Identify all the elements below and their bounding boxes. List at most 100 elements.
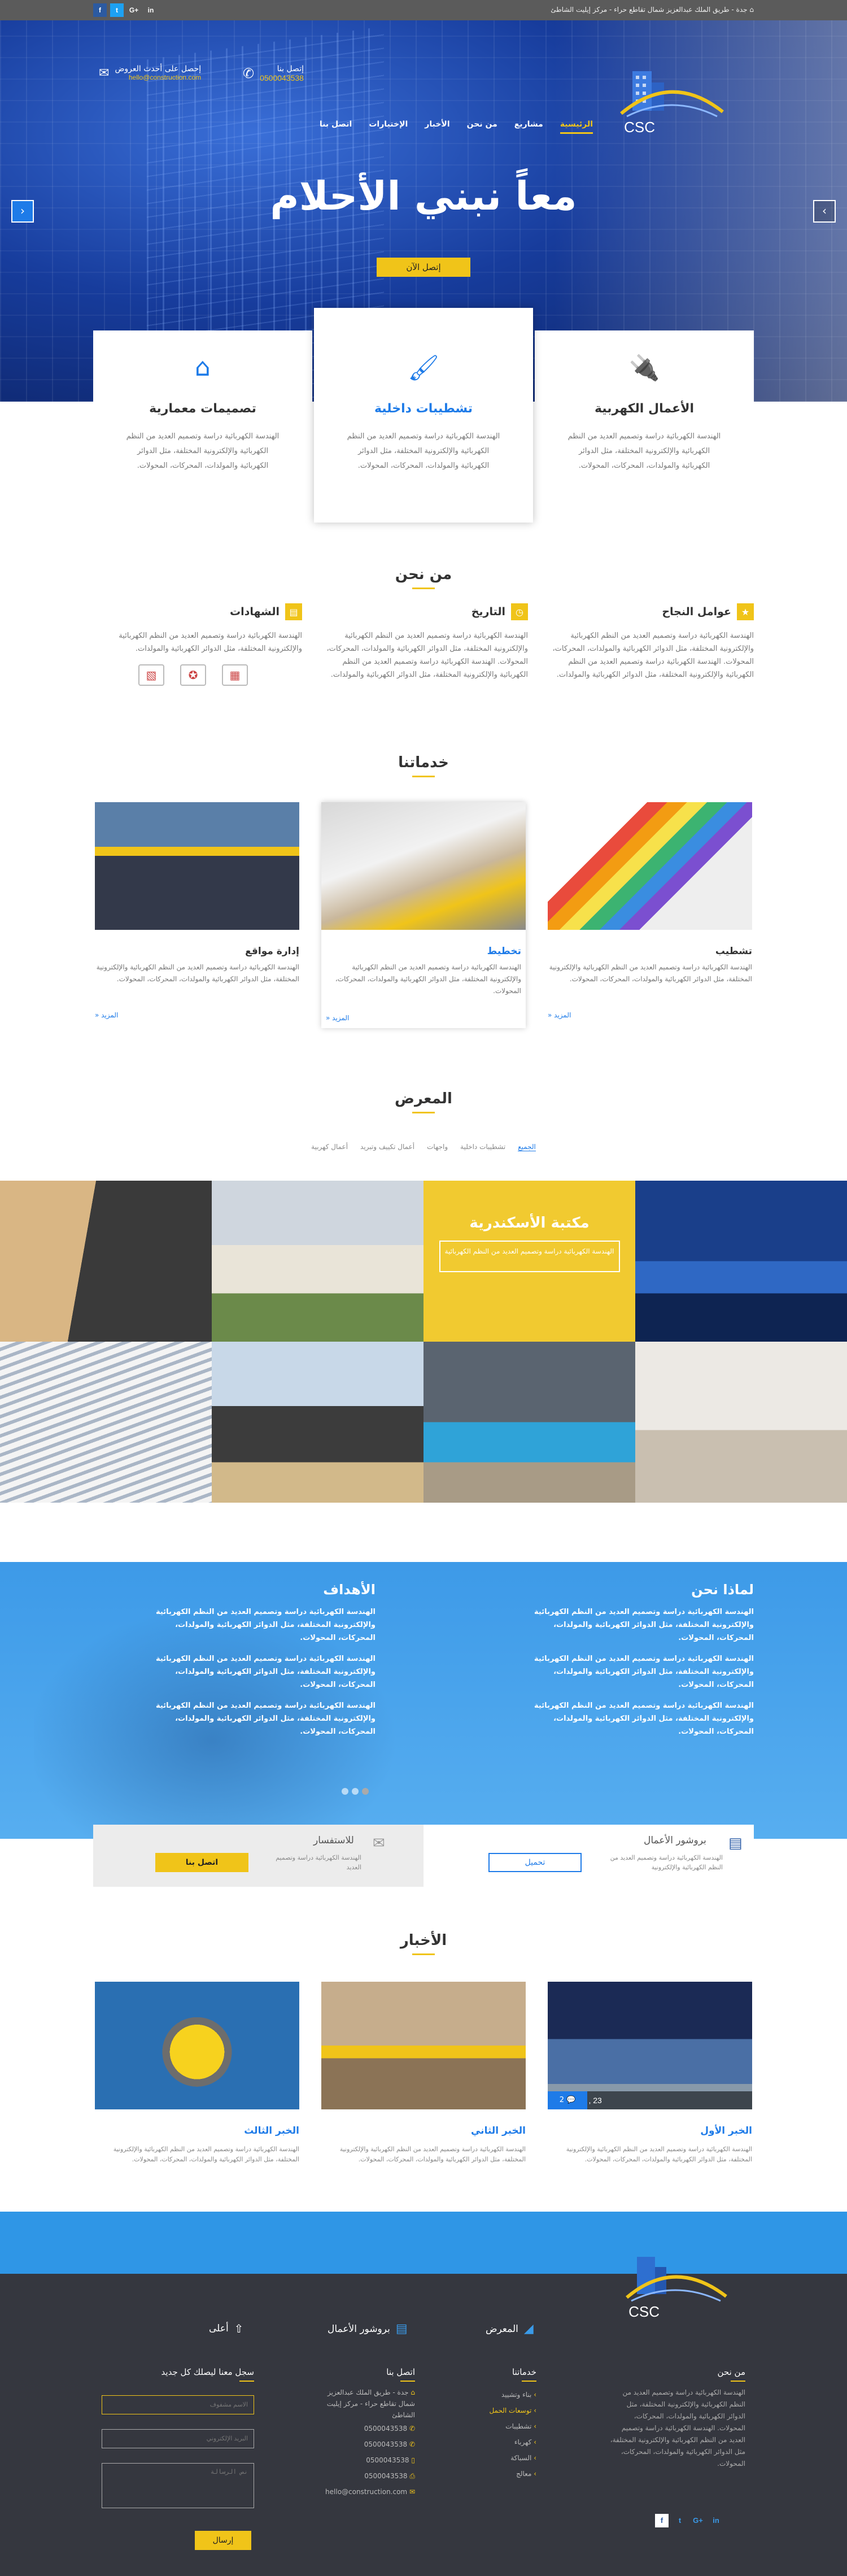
footer-service-item[interactable]: › توسعات الحمل bbox=[489, 2403, 536, 2418]
brochure-title: بروشور الأعمال bbox=[644, 1835, 706, 1846]
footer-contact-title: اتصل بنا bbox=[386, 2367, 415, 2382]
gallery-image[interactable] bbox=[424, 1342, 635, 1503]
service-more-link[interactable]: المزيد « bbox=[95, 1011, 299, 1019]
nav-contact[interactable]: اتصل بنا bbox=[320, 120, 352, 134]
gallery-image[interactable] bbox=[0, 1342, 212, 1503]
nav-about[interactable]: من نحن bbox=[467, 120, 497, 134]
filter-facades[interactable]: واجهات bbox=[427, 1143, 448, 1151]
mobile-icon: ▯ bbox=[409, 2456, 415, 2464]
footer-phone[interactable]: 0500043538 bbox=[366, 2456, 409, 2464]
footer-service-item[interactable]: › تشطيبات bbox=[489, 2418, 536, 2434]
footer-service-item[interactable]: › بناء وتشييد bbox=[489, 2387, 536, 2403]
about-col-text: الهندسة الكهربائية دراسة وتصميم العديد م… bbox=[552, 632, 754, 679]
linkedin-icon[interactable]: in bbox=[144, 3, 158, 17]
about-col-certificates: ▤ الشهادات الهندسة الكهربائية دراسة وتصمي… bbox=[93, 603, 302, 686]
why-item: الهندسة الكهربائية دراسة وتصميم العديد م… bbox=[534, 1702, 754, 1736]
news-text: الهندسة الكهربائية دراسة وتصميم العديد م… bbox=[339, 2146, 526, 2163]
footer-service-item[interactable]: › معالج bbox=[489, 2466, 536, 2482]
service-card-site-management[interactable]: إدارة مواقع الهندسة الكهربائية دراسة وتص… bbox=[95, 802, 299, 1019]
news-card[interactable]: الخبر الثالث الهندسة الكهربائية دراسة وت… bbox=[95, 1982, 299, 2165]
footer-service-item[interactable]: › السباكة bbox=[489, 2450, 536, 2466]
google-plus-icon[interactable]: G+ bbox=[691, 2514, 705, 2527]
feature-card-interior[interactable]: 🖌 تشطيبات داخلية الهندسة الكهربائية دراس… bbox=[314, 308, 533, 523]
newsletter-name-input[interactable] bbox=[102, 2395, 254, 2414]
news-image: 2017 , 3 , 23 💬 2 bbox=[548, 1982, 752, 2109]
feature-card-architecture[interactable]: ⌂ تصميمات معمارية الهندسة الكهربائية درا… bbox=[93, 330, 312, 517]
gallery-image[interactable] bbox=[635, 1181, 847, 1342]
call-us-button[interactable]: اتصل بنا bbox=[155, 1853, 248, 1872]
service-card-planning[interactable]: تخطيط الهندسة الكهربائية دراسة وتصميم ال… bbox=[321, 802, 526, 1028]
news-text: الهندسة الكهربائية دراسة وتصميم العديد م… bbox=[113, 2146, 299, 2163]
facebook-icon[interactable]: f bbox=[655, 2514, 669, 2527]
gallery-image[interactable] bbox=[212, 1181, 424, 1342]
top-bar: ⌂ جدة - طريق الملك عبدالعزيز شمال تقاطع … bbox=[0, 0, 847, 20]
filter-hvac[interactable]: أعمال تكييف وتبريد bbox=[360, 1143, 414, 1151]
site-logo[interactable]: CSC bbox=[610, 60, 740, 145]
gallery-image[interactable] bbox=[0, 1181, 212, 1342]
footer-phone[interactable]: 0500043538 bbox=[364, 2425, 407, 2433]
feature-card-electrical[interactable]: 🔌 الأعمال الكهربية الهندسة الكهربائية در… bbox=[535, 330, 754, 517]
news-text: الهندسة الكهربائية دراسة وتصميم العديد م… bbox=[566, 2146, 752, 2163]
book-icon: ▤ bbox=[728, 1835, 743, 1852]
footer-link-label: بروشور الأعمال bbox=[328, 2323, 390, 2335]
gallery-image[interactable] bbox=[212, 1342, 424, 1503]
nav-home[interactable]: الرئيسية bbox=[560, 120, 593, 134]
linkedin-icon[interactable]: in bbox=[709, 2514, 723, 2527]
service-card-finishing[interactable]: تشطيب الهندسة الكهربائية دراسة وتصميم ال… bbox=[548, 802, 752, 1019]
filter-interior[interactable]: تشطيبات داخلية bbox=[460, 1143, 505, 1151]
twitter-icon[interactable]: t bbox=[673, 2514, 687, 2527]
twitter-icon[interactable]: t bbox=[110, 3, 124, 17]
about-col-text: الهندسة الكهربائية دراسة وتصميم العديد م… bbox=[326, 632, 528, 679]
footer-phone[interactable]: 0500043538 bbox=[364, 2440, 407, 2448]
footer-services-list: › بناء وتشييد › توسعات الحمل › تشطيبات ›… bbox=[489, 2387, 536, 2482]
nav-projects[interactable]: مشاريع bbox=[514, 120, 543, 134]
news-title[interactable]: الخبر الأول bbox=[548, 2125, 752, 2136]
service-more-link[interactable]: المزيد « bbox=[326, 1014, 521, 1022]
consult-text: الهندسة الكهربائية دراسة وتصميم العديد bbox=[276, 1854, 361, 1871]
news-comments[interactable]: 💬 2 bbox=[548, 2091, 587, 2109]
phone-value[interactable]: 0500043538 bbox=[260, 73, 304, 82]
email-label: إحصل على أحدث العروض bbox=[115, 64, 202, 73]
news-card[interactable]: 2017 , 3 , 23 💬 2 الخبر الأول الهندسة ال… bbox=[548, 1982, 752, 2165]
email-value[interactable]: hello@construction.com bbox=[115, 73, 201, 81]
about-col-success: ★ عوامل النجاح الهندسة الكهربائية دراسة و… bbox=[545, 603, 754, 681]
envelope-icon: ✉ bbox=[373, 1835, 385, 1852]
gallery-image-hover-caption[interactable]: مكتبة الأسكندرية الهندسة الكهربائية دراس… bbox=[424, 1181, 635, 1342]
service-more-link[interactable]: المزيد « bbox=[548, 1011, 752, 1019]
nav-choices[interactable]: الإختيارات bbox=[369, 120, 408, 134]
nav-news[interactable]: الأخبار bbox=[425, 120, 449, 134]
filter-electrical[interactable]: أعمال كهربية bbox=[311, 1143, 348, 1151]
footer-service-item[interactable]: › كهرباء bbox=[489, 2434, 536, 2450]
newsletter-message-input[interactable] bbox=[102, 2463, 254, 2508]
slider-dot[interactable] bbox=[362, 1788, 369, 1795]
footer-link-brochure[interactable]: ▤ بروشور الأعمال bbox=[328, 2322, 408, 2336]
gallery-title: المعرض bbox=[0, 1090, 847, 1113]
facebook-icon[interactable]: f bbox=[93, 3, 107, 17]
news-title[interactable]: الخبر الثالث bbox=[95, 2125, 299, 2136]
footer-email[interactable]: hello@construction.com bbox=[325, 2488, 407, 2496]
footer-logo[interactable]: CSC bbox=[615, 2246, 740, 2330]
feature-title: تشطيبات داخلية bbox=[374, 402, 473, 416]
news-title[interactable]: الخبر الثاني bbox=[321, 2125, 526, 2136]
gallery-image[interactable] bbox=[635, 1342, 847, 1503]
news-card[interactable]: الخبر الثاني الهندسة الكهربائية دراسة وت… bbox=[321, 1982, 526, 2165]
footer-link-gallery[interactable]: ◢ المعرض bbox=[486, 2322, 534, 2336]
trophy-icon: ★ bbox=[737, 603, 754, 620]
footer-logo-text: CSC bbox=[628, 2303, 660, 2320]
hero-cta-button[interactable]: إتصل الآن bbox=[377, 258, 470, 277]
send-button[interactable]: إرسال bbox=[195, 2531, 251, 2550]
filter-all[interactable]: الجميع bbox=[518, 1143, 536, 1151]
feature-title: الأعمال الكهربية bbox=[594, 402, 695, 416]
newsletter-email-input[interactable] bbox=[102, 2429, 254, 2448]
slider-dot[interactable] bbox=[352, 1788, 359, 1795]
google-plus-icon[interactable]: G+ bbox=[127, 3, 141, 17]
slider-prev-button[interactable]: ‹ bbox=[11, 200, 34, 223]
gallery-icon: ◢ bbox=[523, 2322, 534, 2336]
slider-dot[interactable] bbox=[342, 1788, 348, 1795]
footer-link-top[interactable]: ⇧ أعلى bbox=[209, 2322, 243, 2335]
gallery-caption-text: الهندسة الكهربائية دراسة وتصميم العديد م… bbox=[439, 1241, 620, 1272]
service-text: الهندسة الكهربائية دراسة وتصميم العديد م… bbox=[96, 963, 299, 983]
slider-next-button[interactable]: › bbox=[813, 200, 836, 223]
footer-about-title: من نحن bbox=[718, 2367, 746, 2382]
download-button[interactable]: تحميل bbox=[488, 1853, 582, 1872]
